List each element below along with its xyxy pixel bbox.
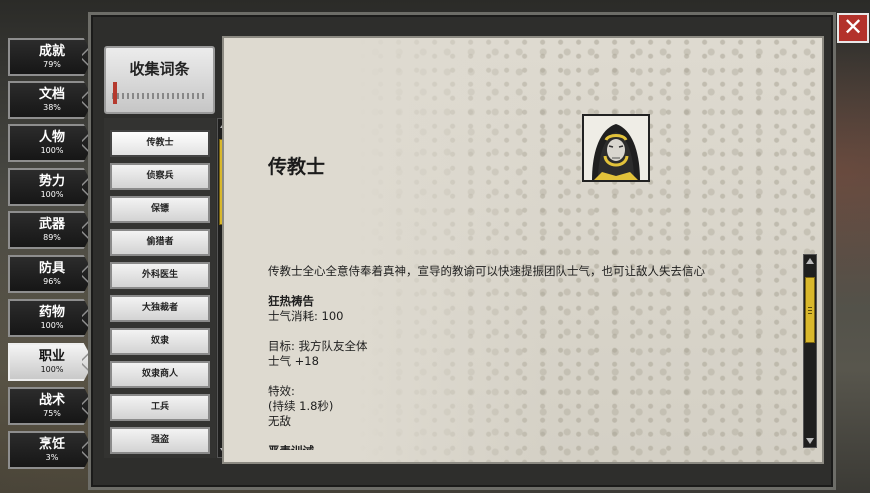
category-tab-documents[interactable]: 文档 38% xyxy=(8,81,94,119)
list-item[interactable]: 偷猎者 xyxy=(110,229,210,256)
category-tab-achievements[interactable]: 成就 79% xyxy=(8,38,94,76)
category-name: 势力 xyxy=(38,174,65,189)
skill-name: 狂热祷告 xyxy=(268,294,314,308)
category-percent: 100% xyxy=(40,146,64,155)
category-tab-medicine[interactable]: 药物 100% xyxy=(8,299,94,337)
special-effect-label: 特效: xyxy=(268,384,295,398)
category-percent: 96% xyxy=(43,277,61,286)
special-effect-value: 无敌 xyxy=(268,414,291,428)
category-percent: 38% xyxy=(43,103,61,112)
list-item[interactable]: 大独裁者 xyxy=(110,295,210,322)
hooded-figure-icon xyxy=(584,116,648,180)
scroll-up-icon[interactable] xyxy=(806,258,814,264)
category-tab-armor[interactable]: 防具 96% xyxy=(8,255,94,293)
collect-progress-track xyxy=(112,93,207,99)
category-percent: 3% xyxy=(45,453,59,462)
entry-detail-panel: 传教士 传教士全心全意侍奉着真神，宣导的教谕可以快速提振团队士气，也可让敌人失去… xyxy=(222,36,824,464)
close-icon: ✕ xyxy=(842,13,864,41)
category-name: 人物 xyxy=(38,130,65,145)
special-effect-duration: (持续 1.8秒) xyxy=(268,399,334,413)
list-item[interactable]: 保镖 xyxy=(110,196,210,223)
next-skill-name: 恶毒训诫 xyxy=(268,444,788,450)
skill-effect: 士气 +18 xyxy=(268,354,319,368)
list-item[interactable]: 奴隶商人 xyxy=(110,361,210,388)
skill-cost: 士气消耗: 100 xyxy=(268,309,344,323)
category-name: 成就 xyxy=(38,44,65,59)
detail-scrollbar[interactable] xyxy=(803,254,817,448)
skill-details: 狂热祷告 士气消耗: 100 目标: 我方队友全体 士气 +18 特效: (持续… xyxy=(268,294,788,454)
collect-entries-title: 收集词条 xyxy=(129,60,190,78)
category-percent: 100% xyxy=(40,365,64,374)
list-item[interactable]: 奴隶 xyxy=(110,328,210,355)
close-button[interactable]: ✕ xyxy=(837,13,869,43)
list-item[interactable]: 侦察兵 xyxy=(110,163,210,190)
category-percent: 89% xyxy=(43,233,61,242)
entry-title: 传教士 xyxy=(268,156,326,178)
category-name: 文档 xyxy=(38,87,65,102)
category-tab-characters[interactable]: 人物 100% xyxy=(8,124,94,162)
category-name: 职业 xyxy=(38,349,65,364)
category-name: 药物 xyxy=(38,305,65,320)
category-tab-weapons[interactable]: 武器 89% xyxy=(8,211,94,249)
list-item[interactable]: 传教士 xyxy=(110,130,210,157)
category-percent: 100% xyxy=(40,190,64,199)
category-name: 战术 xyxy=(38,393,65,408)
list-item[interactable]: 工兵 xyxy=(110,394,210,421)
category-percent: 79% xyxy=(43,60,61,69)
category-percent: 75% xyxy=(43,409,61,418)
collect-progress-marker xyxy=(113,82,117,104)
category-percent: 100% xyxy=(40,321,64,330)
category-tab-cooking[interactable]: 烹饪 3% xyxy=(8,431,94,469)
category-tab-factions[interactable]: 势力 100% xyxy=(8,168,94,206)
list-item[interactable]: 外科医生 xyxy=(110,262,210,289)
scroll-down-icon[interactable] xyxy=(806,438,814,444)
category-name: 武器 xyxy=(38,217,65,232)
category-tab-tactics[interactable]: 战术 75% xyxy=(8,387,94,425)
list-item[interactable]: 强盗 xyxy=(110,427,210,454)
entry-list: 传教士 侦察兵 保镖 偷猎者 外科医生 大独裁者 奴隶 奴隶商人 工兵 强盗 xyxy=(104,118,216,458)
collect-entries-header: 收集词条 xyxy=(104,46,215,114)
scrollbar-thumb[interactable] xyxy=(805,277,815,343)
entry-description: 传教士全心全意侍奉着真神，宣导的教谕可以快速提振团队士气，也可让敌人失去信心 xyxy=(268,264,705,278)
missionary-portrait xyxy=(582,114,650,182)
category-name: 防具 xyxy=(38,261,65,276)
category-name: 烹饪 xyxy=(38,437,65,452)
skill-target: 目标: 我方队友全体 xyxy=(268,339,368,353)
category-tab-professions[interactable]: 职业 100% xyxy=(8,343,94,381)
